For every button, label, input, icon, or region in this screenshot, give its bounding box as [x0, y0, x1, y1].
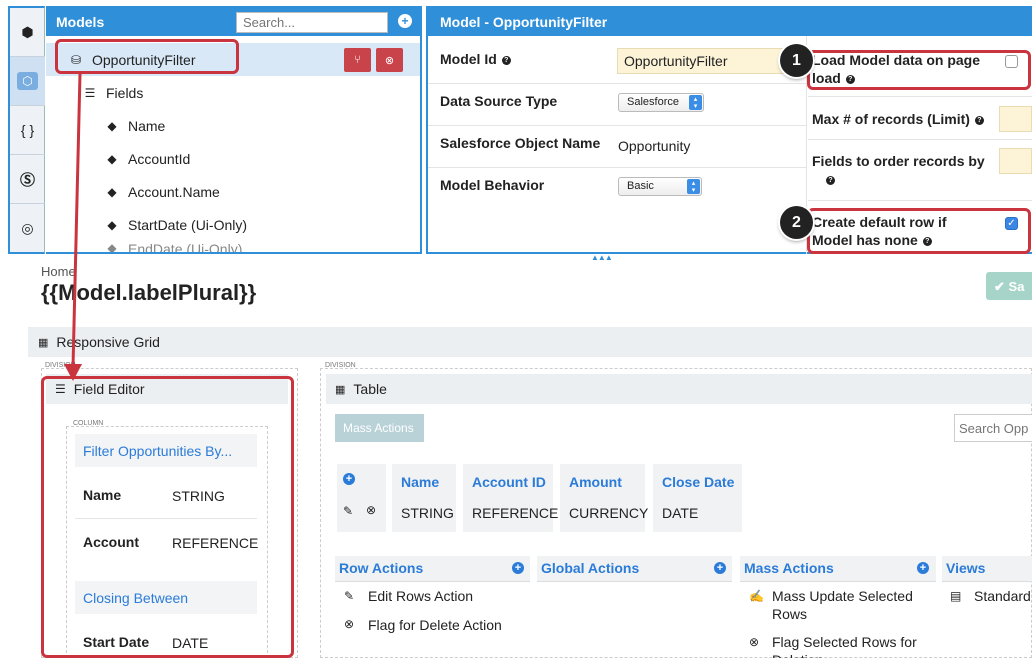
row-action-item[interactable]: Edit Rows Action [368, 587, 473, 605]
mass-action-item[interactable]: Flag Selected Rows for Deletion [772, 633, 932, 658]
global-actions-header[interactable]: Global Actions [537, 556, 732, 582]
column-header[interactable]: Name [392, 464, 456, 502]
column-header[interactable]: Amount [560, 464, 645, 502]
column-header[interactable]: Account ID [463, 464, 553, 502]
table-header[interactable]: ▦ Table [326, 374, 1032, 404]
row-actions-header[interactable]: Row Actions [335, 556, 530, 582]
grid-icon: ▦ [335, 383, 346, 396]
add-mass-action-icon[interactable]: + [917, 562, 929, 574]
remove-icon: ⊗ [344, 617, 355, 631]
mass-actions-button[interactable]: Mass Actions [335, 414, 424, 442]
mass-action-item[interactable]: Mass Update Selected Rows [772, 587, 932, 623]
remove-row-icon[interactable]: ⊗ [366, 503, 376, 517]
edit-square-icon: ✍ [749, 589, 764, 603]
row-action-item[interactable]: Flag for Delete Action [368, 616, 502, 634]
views-header[interactable]: Views [942, 556, 1032, 582]
column-type: REFERENCE [463, 502, 558, 532]
table-search-input[interactable] [954, 414, 1032, 442]
column-type: CURRENCY [560, 502, 648, 532]
add-row-action-icon[interactable]: + [512, 562, 524, 574]
column-type: STRING [392, 502, 456, 532]
view-item[interactable]: Standard [974, 587, 1031, 605]
column-header[interactable]: Close Date [653, 464, 742, 502]
table-label: Table [353, 381, 387, 397]
remove-icon: ⊗ [749, 635, 760, 649]
add-global-action-icon[interactable]: + [714, 562, 726, 574]
table-view-icon: ▤ [950, 589, 962, 603]
pencil-icon[interactable]: ✎ [343, 504, 353, 518]
column-type: DATE [653, 502, 742, 532]
pencil-icon: ✎ [344, 589, 355, 603]
mass-actions-header[interactable]: Mass Actions [740, 556, 936, 582]
add-row-icon[interactable]: + [343, 473, 355, 485]
